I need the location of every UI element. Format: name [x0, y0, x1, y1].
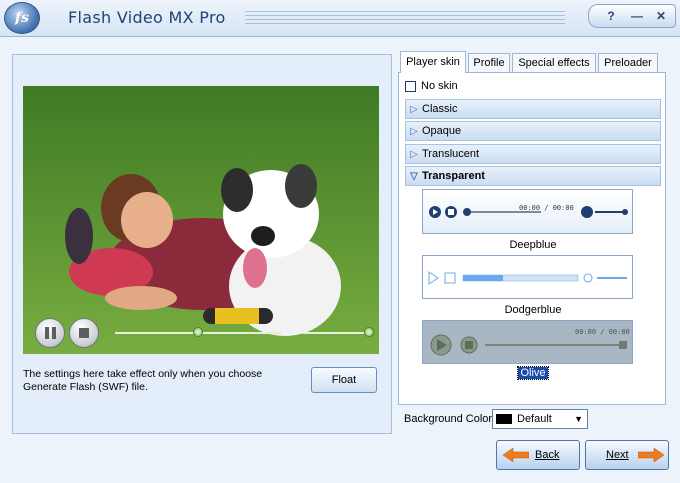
color-swatch	[496, 414, 512, 424]
expand-triangle-icon: ▷	[410, 104, 418, 115]
stop-icon	[79, 328, 89, 338]
pause-icon	[45, 327, 56, 339]
title-bar: fs Flash Video MX Pro ? — ✕	[0, 0, 680, 37]
no-skin-option[interactable]: No skin	[405, 79, 458, 93]
settings-tabs: Player skin Profile Special effects Prel…	[398, 51, 666, 435]
skin-name-olive-selected: Olive	[517, 366, 549, 380]
background-color-select[interactable]: Default ▼	[492, 409, 588, 429]
close-button[interactable]: ✕	[651, 7, 671, 25]
deepblue-player-bar: 00:00 / 00:00	[429, 204, 628, 218]
video-frame	[23, 86, 379, 354]
skin-group-classic[interactable]: ▷ Classic	[405, 99, 661, 119]
no-skin-label: No skin	[421, 80, 458, 92]
next-button[interactable]: Next	[585, 440, 669, 470]
olive-time: 00:00 / 00:00	[575, 328, 630, 336]
settings-note: The settings here take effect only when …	[23, 368, 263, 393]
skin-name-dodgerblue: Dodgerblue	[504, 304, 562, 316]
expand-triangle-icon: ▷	[410, 126, 418, 137]
title-decoration	[245, 11, 565, 25]
float-button[interactable]: Float	[311, 367, 377, 393]
skin-group-label: Opaque	[422, 125, 462, 137]
skin-preview-dodgerblue[interactable]	[422, 255, 633, 299]
window-controls: ? — ✕	[588, 4, 676, 28]
skin-preview-olive[interactable]: 00:00 / 00:00	[422, 320, 633, 364]
no-skin-checkbox[interactable]	[405, 80, 416, 92]
back-button[interactable]: Back	[496, 440, 580, 470]
stop-button[interactable]	[69, 318, 99, 348]
tab-preloader[interactable]: Preloader	[598, 53, 658, 72]
app-logo: fs	[4, 2, 40, 34]
back-label: Back	[535, 449, 560, 461]
background-color-label: Background Color:	[404, 413, 496, 425]
skin-group-transparent[interactable]: ▽ Transparent	[405, 166, 661, 186]
skin-group-label: Classic	[422, 103, 458, 115]
tab-profile[interactable]: Profile	[468, 53, 510, 72]
chevron-down-icon: ▼	[574, 414, 583, 424]
preview-panel: The settings here take effect only when …	[12, 54, 392, 434]
transparent-skins-list: 00:00 / 00:00 Deepblue Dodgerblue 00:00 …	[405, 189, 661, 381]
seek-knob[interactable]	[193, 327, 203, 337]
collapse-triangle-icon: ▽	[410, 171, 418, 182]
main-area: The settings here take effect only when …	[0, 37, 680, 483]
app-logo-text: fs	[15, 10, 29, 26]
skin-group-label: Translucent	[422, 148, 480, 160]
skin-name-olive: Olive	[405, 366, 661, 380]
skin-preview-deepblue[interactable]: 00:00 / 00:00	[422, 189, 633, 234]
app-title: Flash Video MX Pro	[68, 8, 226, 27]
pause-button[interactable]	[35, 318, 65, 348]
arrow-right-icon	[638, 448, 664, 462]
dodgerblue-player-bar	[428, 271, 627, 285]
volume-knob[interactable]	[364, 327, 374, 337]
next-label: Next	[606, 449, 629, 461]
player-skin-panel: No skin ▷ Classic ▷ Opaque ▷ Translucent ▽ T…	[398, 72, 666, 405]
volume-track[interactable]	[303, 332, 369, 334]
skin-group-label: Transparent	[422, 170, 485, 182]
arrow-left-icon	[503, 448, 529, 462]
skin-group-opaque[interactable]: ▷ Opaque	[405, 121, 661, 141]
olive-player-bar: 00:00 / 00:00	[430, 328, 630, 356]
background-color-row: Background Color: Default ▼	[404, 408, 664, 430]
player-controls	[23, 318, 379, 354]
tab-player-skin[interactable]: Player skin	[400, 51, 466, 73]
deepblue-time: 00:00 / 00:00	[519, 204, 574, 212]
video-preview	[23, 86, 379, 354]
minimize-button[interactable]: —	[627, 7, 647, 25]
skin-name-deepblue: Deepblue	[509, 239, 557, 251]
tab-special-effects[interactable]: Special effects	[512, 53, 596, 72]
background-color-value: Default	[517, 413, 552, 425]
help-cart-icon[interactable]: ?	[601, 7, 621, 25]
skin-group-translucent[interactable]: ▷ Translucent	[405, 144, 661, 164]
expand-triangle-icon: ▷	[410, 149, 418, 160]
